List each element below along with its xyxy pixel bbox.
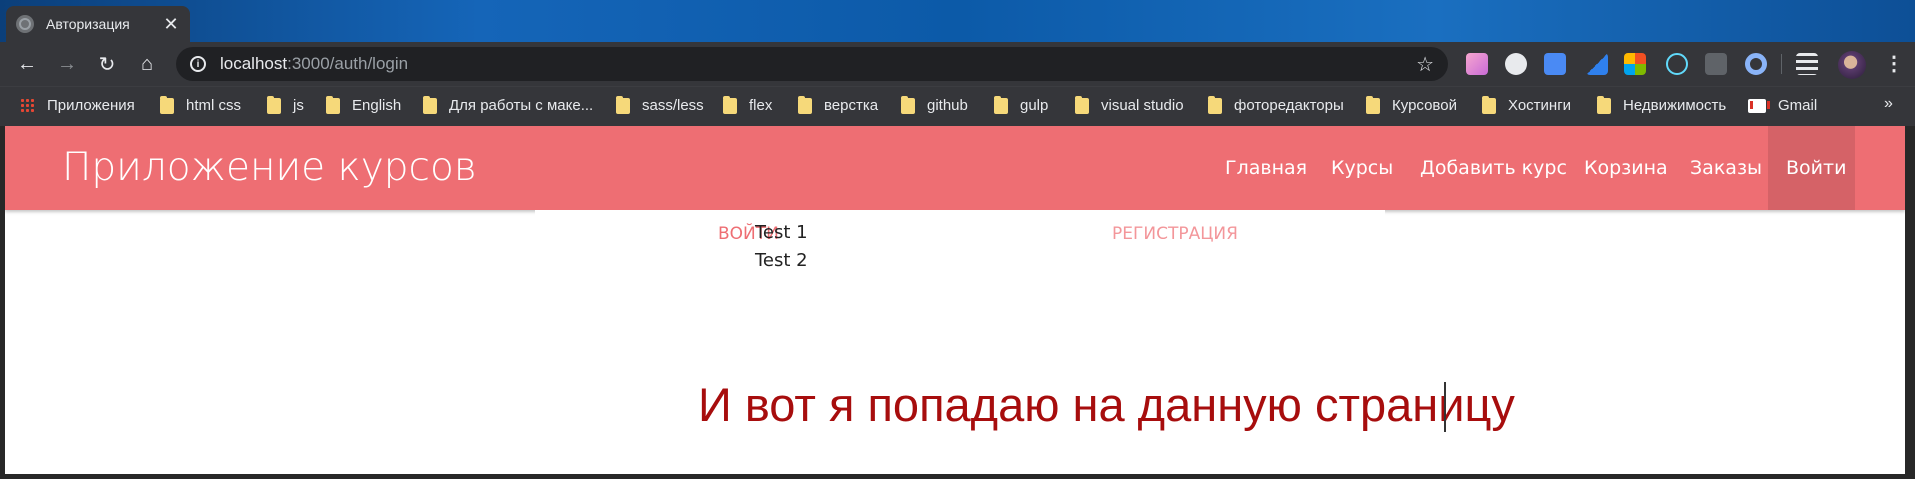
bookmark-folder[interactable]: sass/less [616, 95, 704, 114]
window-border-right [1905, 126, 1915, 479]
bookmark-folder[interactable]: html css [160, 95, 241, 114]
react-extension-icon[interactable] [1666, 53, 1688, 75]
auth-tabs [535, 210, 1385, 258]
list-item: Test 1 [755, 222, 808, 243]
folder-icon [616, 95, 630, 114]
nav-link-add-course[interactable]: Добавить курс [1402, 126, 1585, 210]
close-icon[interactable]: ✕ [162, 14, 180, 35]
translate-extension-icon[interactable] [1544, 53, 1566, 75]
folder-icon [1597, 95, 1611, 114]
nav-link-courses[interactable]: Курсы [1313, 126, 1411, 210]
window-border-bottom [0, 474, 1915, 479]
bookmark-star-icon[interactable]: ☆ [1416, 52, 1434, 77]
browser-tab[interactable]: Авторизация ✕ [6, 6, 190, 42]
bookmark-folder[interactable]: Курсовой [1366, 95, 1457, 114]
reload-icon[interactable]: ↻ [94, 51, 120, 77]
folder-icon [723, 95, 737, 114]
folder-icon [267, 95, 281, 114]
page-viewport: Приложение курсов Главная Курсы Добавить… [5, 126, 1905, 474]
browser-toolbar: ← → ↻ ⌂ i localhost:3000/auth/login ☆ ⋮ [0, 42, 1915, 86]
avatar[interactable] [1838, 51, 1866, 79]
nav-link-cart[interactable]: Корзина [1566, 126, 1686, 210]
nav-link-home[interactable]: Главная [1207, 126, 1325, 210]
folder-icon [798, 95, 812, 114]
bookmark-folder[interactable]: верстка [798, 95, 878, 114]
globe-icon [16, 15, 34, 33]
brand-logo-text[interactable]: Приложение курсов [62, 145, 477, 190]
text-cursor [1444, 382, 1446, 432]
layout-extension-icon[interactable] [1705, 53, 1727, 75]
nav-link-orders[interactable]: Заказы [1672, 126, 1780, 210]
url-path: :3000/auth/login [287, 54, 409, 73]
folder-icon [1366, 95, 1380, 114]
folder-icon [1075, 95, 1089, 114]
bookmark-folder[interactable]: github [901, 95, 968, 114]
back-arrow-icon[interactable]: ← [14, 51, 40, 77]
bookmark-folder[interactable]: Для работы с маке... [423, 95, 593, 114]
menu-dots-icon[interactable]: ⋮ [1884, 51, 1904, 76]
folder-icon [423, 95, 437, 114]
annotation-caption: И вот я попадаю на данную страницу [698, 378, 1515, 431]
bookmark-folder[interactable]: Недвижимость [1597, 95, 1726, 114]
toolbar-separator [1781, 54, 1782, 74]
bookmark-folder[interactable]: фоторедакторы [1208, 95, 1344, 114]
apps-icon [20, 98, 35, 113]
chat-extension-icon[interactable] [1505, 53, 1527, 75]
address-bar[interactable]: i localhost:3000/auth/login ☆ [176, 47, 1448, 81]
folder-icon [1208, 95, 1222, 114]
bookmark-folder[interactable]: gulp [994, 95, 1048, 114]
playlist-extension-icon[interactable] [1796, 53, 1818, 75]
bookmark-folder[interactable]: Хостинги [1482, 95, 1571, 114]
tab-strip: Авторизация ✕ [0, 0, 1915, 42]
bookmark-apps[interactable]: Приложения [20, 97, 135, 114]
circle-extension-icon[interactable] [1745, 53, 1767, 75]
browser-window: Авторизация ✕ ← → ↻ ⌂ i localhost:3000/a… [0, 0, 1915, 479]
folder-icon [326, 95, 340, 114]
gmail-icon [1748, 98, 1770, 113]
folder-icon [901, 95, 915, 114]
bookmark-gmail[interactable]: Gmail [1748, 97, 1817, 114]
forward-arrow-icon[interactable]: → [54, 51, 80, 77]
tab-title: Авторизация [46, 16, 130, 32]
folder-icon [994, 95, 1008, 114]
bookmark-folder[interactable]: js [267, 95, 304, 114]
folder-icon [160, 95, 174, 114]
list-item: Test 2 [755, 250, 808, 271]
bookmark-folder[interactable]: English [326, 95, 401, 114]
bookmark-folder[interactable]: flex [723, 95, 772, 114]
eyedropper-extension-icon[interactable] [1586, 53, 1608, 75]
info-icon[interactable]: i [190, 56, 206, 72]
more-bookmarks-icon[interactable]: » [1884, 95, 1893, 113]
bookmarks-bar: Приложения html css js English Для работ… [0, 86, 1915, 126]
windows-extension-icon[interactable] [1624, 53, 1646, 75]
nav-link-login[interactable]: Войти [1768, 126, 1855, 210]
tab-register[interactable]: Регистрация [1112, 210, 1238, 258]
bookmark-folder[interactable]: visual studio [1075, 95, 1184, 114]
url-host: localhost [220, 54, 288, 73]
home-icon[interactable]: ⌂ [134, 51, 160, 77]
site-navbar: Приложение курсов Главная Курсы Добавить… [5, 126, 1905, 210]
folder-icon [1482, 95, 1496, 114]
paint-extension-icon[interactable] [1466, 53, 1488, 75]
